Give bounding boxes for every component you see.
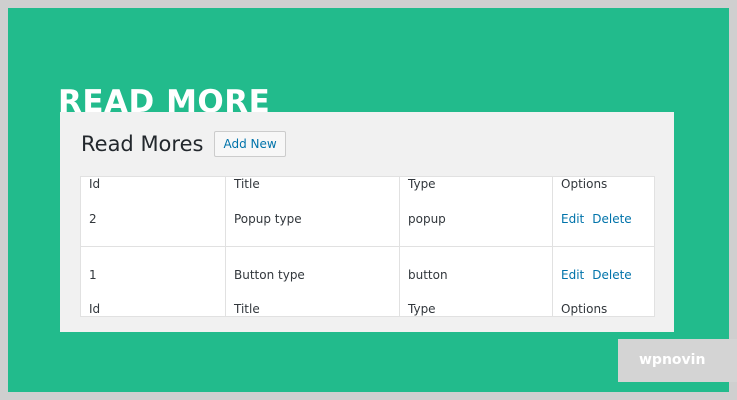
watermark-badge: wpnovin	[618, 339, 737, 382]
row-type-cell: button	[399, 246, 553, 302]
header-id: Id	[81, 177, 226, 191]
header-options: Options	[561, 177, 608, 191]
table-row: 2 Popup type popup Edit Delete	[81, 191, 654, 247]
edit-link[interactable]: Edit	[561, 268, 584, 282]
row-title-cell: Popup type	[225, 191, 400, 247]
header-title: Title	[225, 177, 400, 191]
row-type-cell: popup	[399, 191, 553, 247]
table-footer: Id Title Type Options	[81, 302, 654, 316]
footer-row: Id Title Type Options	[81, 302, 654, 316]
read-mores-panel: Read Mores Add New Id Title Type Options…	[60, 112, 674, 332]
row-id-cell: 1	[81, 246, 226, 302]
header-row: Id Title Type Options	[81, 177, 654, 191]
edit-link[interactable]: Edit	[561, 212, 584, 226]
page-title: Read Mores	[81, 132, 204, 156]
footer-id: Id	[81, 302, 226, 316]
delete-link[interactable]: Delete	[592, 268, 631, 282]
footer-options: Options	[561, 302, 608, 316]
header-type: Type	[399, 177, 553, 191]
delete-link[interactable]: Delete	[592, 212, 631, 226]
row-id-cell: 2	[81, 191, 226, 247]
table-row: 1 Button type button Edit Delete	[81, 246, 655, 303]
table-header: Id Title Type Options	[81, 177, 654, 191]
read-mores-table-wrapper: Id Title Type Options 2 Popup type popup…	[80, 176, 655, 317]
add-new-button[interactable]: Add New	[214, 131, 286, 157]
panel-header: Read Mores Add New	[81, 130, 286, 158]
row-options-cell: Edit Delete	[553, 247, 655, 303]
footer-type: Type	[399, 302, 553, 316]
table-body: 2 Popup type popup Edit Delete 1 Button t…	[81, 191, 654, 302]
footer-title: Title	[225, 302, 400, 316]
read-mores-table: Id Title Type Options 2 Popup type popup…	[81, 177, 654, 316]
watermark-text: wpnovin	[639, 352, 706, 368]
row-title-cell: Button type	[225, 246, 400, 302]
row-options-cell: Edit Delete	[552, 191, 654, 247]
